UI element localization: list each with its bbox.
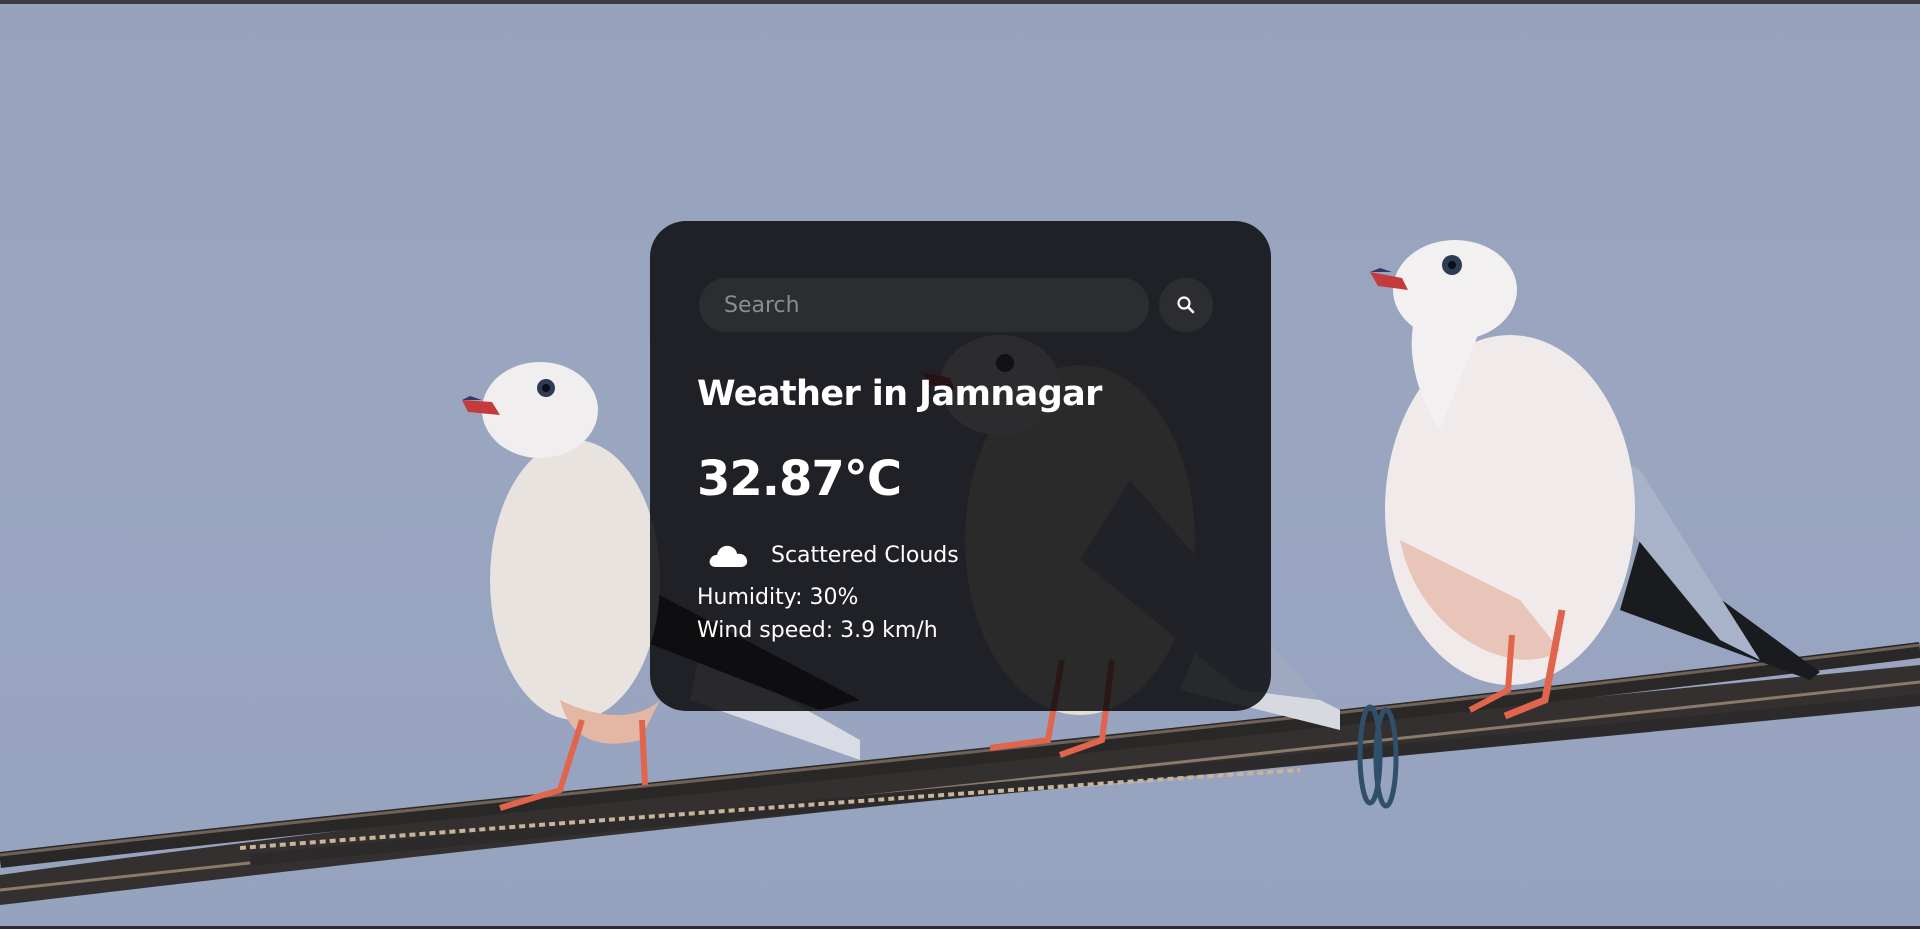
weather-card: Weather in Jamnagar 32.87°C Scattered Cl…: [650, 221, 1271, 711]
search-icon: [1177, 296, 1195, 314]
cloud-icon: [709, 545, 748, 567]
weather-condition: Scattered Clouds: [697, 541, 1224, 569]
humidity-text: Humidity: 30%: [697, 585, 859, 610]
search-input[interactable]: [699, 278, 1149, 332]
search-button[interactable]: [1159, 278, 1213, 332]
temperature: 32.87°C: [697, 451, 902, 507]
right-seagull: [1370, 240, 1820, 720]
search-bar: [699, 278, 1224, 332]
wind-speed-text: Wind speed: 3.9 km/h: [697, 618, 938, 643]
weather-title: Weather in Jamnagar: [697, 374, 1102, 414]
weather-description: Scattered Clouds: [771, 542, 959, 568]
